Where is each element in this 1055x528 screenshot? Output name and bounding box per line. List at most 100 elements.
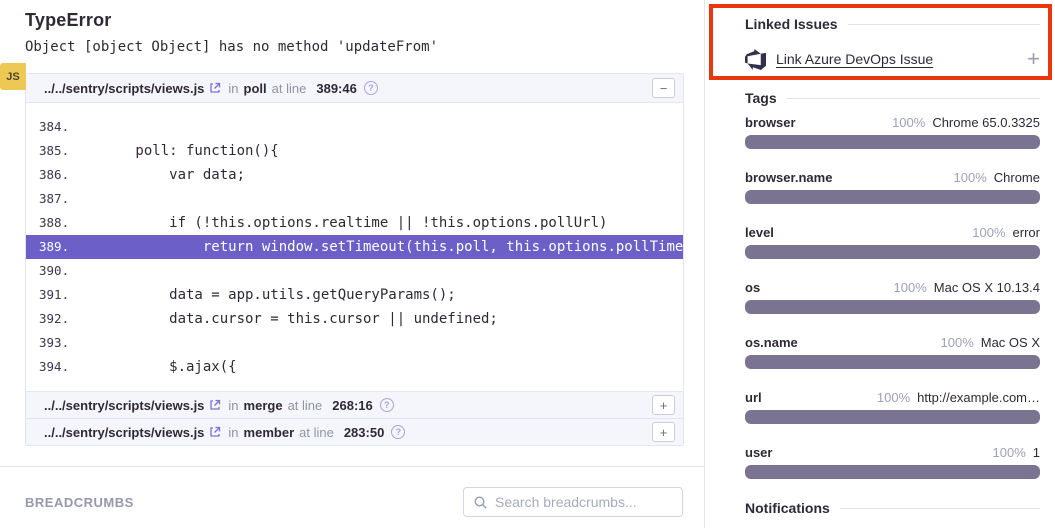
tag-value: Mac OS X xyxy=(981,335,1040,351)
frame-header-merge[interactable]: ../../sentry/scripts/views.js in merge a… xyxy=(26,391,683,418)
tags-heading: Tags xyxy=(745,90,1040,106)
tag-distribution-bar[interactable] xyxy=(745,190,1040,204)
tag-value: 1 xyxy=(1033,445,1040,461)
platform-js-badge: JS xyxy=(0,63,26,90)
tag-row-browser: browser 100% Chrome 65.0.3325 xyxy=(745,115,1040,149)
search-icon xyxy=(473,495,488,510)
tag-percent: 100% xyxy=(954,170,987,186)
frame-line-number: 389:46 xyxy=(316,81,356,96)
tag-percent: 100% xyxy=(941,335,974,351)
tag-distribution-bar[interactable] xyxy=(745,410,1040,424)
frame-function: merge xyxy=(244,398,283,413)
tag-percent: 100% xyxy=(894,280,927,296)
code-line: 391. data = app.utils.getQueryParams(); xyxy=(26,283,683,307)
linked-issues-title: Linked Issues xyxy=(745,16,838,32)
tag-percent: 100% xyxy=(972,225,1005,241)
page: JS TypeError Object [object Object] has … xyxy=(0,0,1055,528)
frame-atline-label: at line xyxy=(299,425,334,440)
add-linked-issue-button[interactable]: + xyxy=(1027,48,1040,70)
tag-key: browser.name xyxy=(745,170,832,186)
link-azure-devops-row[interactable]: Link Azure DevOps Issue + xyxy=(745,46,1040,72)
sidebar: Linked Issues Link Azure DevOps Issue + … xyxy=(705,0,1055,528)
frame-header-member[interactable]: ../../sentry/scripts/views.js in member … xyxy=(26,418,683,445)
collapse-frame-button[interactable]: − xyxy=(652,78,675,98)
tag-row-os-name: os.name 100% Mac OS X xyxy=(745,335,1040,369)
expand-frame-button[interactable]: + xyxy=(652,422,675,442)
breadcrumbs-header: BREADCRUMBS xyxy=(25,487,683,517)
tag-row-browser-name: browser.name 100% Chrome xyxy=(745,170,1040,204)
tag-key: browser xyxy=(745,115,796,131)
code-line: 387. xyxy=(26,187,683,211)
link-azure-devops-link[interactable]: Link Azure DevOps Issue xyxy=(776,51,933,67)
tag-row-url: url 100% http://example.com… xyxy=(745,390,1040,424)
tag-key: user xyxy=(745,445,772,461)
external-link-icon[interactable] xyxy=(209,399,221,411)
frame-in-label: in xyxy=(228,398,238,413)
tag-percent: 100% xyxy=(993,445,1026,461)
frame-filename: ../../sentry/scripts/views.js xyxy=(44,425,204,440)
tag-key: os xyxy=(745,280,760,296)
external-link-icon[interactable] xyxy=(209,82,221,94)
external-link-icon[interactable] xyxy=(209,426,221,438)
tag-percent: 100% xyxy=(892,115,925,131)
section-divider xyxy=(0,466,705,467)
tag-value: Chrome 65.0.3325 xyxy=(932,115,1040,131)
error-message: Object [object Object] has no method 'up… xyxy=(25,39,683,55)
code-line: 386. var data; xyxy=(26,163,683,187)
frame-header-poll[interactable]: ../../sentry/scripts/views.js in poll at… xyxy=(26,74,683,103)
frame-function: member xyxy=(244,425,295,440)
stack-trace-panel: ../../sentry/scripts/views.js in poll at… xyxy=(25,73,684,446)
help-circle-icon[interactable]: ? xyxy=(364,81,378,95)
frame-line-number: 268:16 xyxy=(332,398,372,413)
notifications-heading: Notifications xyxy=(745,500,1040,516)
code-line: 390. xyxy=(26,259,683,283)
tag-distribution-bar[interactable] xyxy=(745,245,1040,259)
frame-line-number: 283:50 xyxy=(344,425,384,440)
tag-list: browser 100% Chrome 65.0.3325 browser.name… xyxy=(745,115,1040,479)
tag-value: http://example.com… xyxy=(917,390,1040,406)
tag-value: error xyxy=(1013,225,1040,241)
code-line: 392. data.cursor = this.cursor || undefi… xyxy=(26,307,683,331)
error-title: TypeError xyxy=(25,10,683,31)
code-line: 384. xyxy=(26,115,683,139)
help-circle-icon[interactable]: ? xyxy=(391,425,405,439)
heading-rule xyxy=(840,508,1040,509)
azure-devops-icon xyxy=(745,49,766,70)
tag-row-level: level 100% error xyxy=(745,225,1040,259)
code-line: 393. xyxy=(26,331,683,355)
main-column: JS TypeError Object [object Object] has … xyxy=(0,0,705,528)
frame-filename: ../../sentry/scripts/views.js xyxy=(44,398,204,413)
linked-issues-heading: Linked Issues xyxy=(745,16,1040,32)
search-input[interactable] xyxy=(495,494,673,510)
tag-key: os.name xyxy=(745,335,798,351)
tag-value: Chrome xyxy=(994,170,1040,186)
tag-distribution-bar[interactable] xyxy=(745,355,1040,369)
help-circle-icon[interactable]: ? xyxy=(380,398,394,412)
code-line: 388. if (!this.options.realtime || !this… xyxy=(26,211,683,235)
source-code-context: 384. 385. poll: function(){ 386. var dat… xyxy=(26,103,683,391)
tags-title: Tags xyxy=(745,90,777,106)
expand-frame-button[interactable]: + xyxy=(652,395,675,415)
heading-rule xyxy=(848,24,1040,25)
tag-distribution-bar[interactable] xyxy=(745,465,1040,479)
notifications-title: Notifications xyxy=(745,500,830,516)
tag-percent: 100% xyxy=(877,390,910,406)
frame-filename: ../../sentry/scripts/views.js xyxy=(44,81,204,96)
code-line: 394. $.ajax({ xyxy=(26,355,683,379)
code-line-highlighted: 389. return window.setTimeout(this.poll,… xyxy=(26,235,683,259)
frame-function: poll xyxy=(244,81,267,96)
tag-key: url xyxy=(745,390,762,406)
tag-distribution-bar[interactable] xyxy=(745,300,1040,314)
heading-rule xyxy=(787,98,1040,99)
tag-row-os: os 100% Mac OS X 10.13.4 xyxy=(745,280,1040,314)
tag-value: Mac OS X 10.13.4 xyxy=(934,280,1040,296)
frame-atline-label: at line xyxy=(272,81,307,96)
frame-in-label: in xyxy=(228,425,238,440)
tag-row-user: user 100% 1 xyxy=(745,445,1040,479)
frame-atline-label: at line xyxy=(288,398,323,413)
tag-distribution-bar[interactable] xyxy=(745,135,1040,149)
tag-key: level xyxy=(745,225,774,241)
code-line: 385. poll: function(){ xyxy=(26,139,683,163)
breadcrumbs-title: BREADCRUMBS xyxy=(25,495,134,510)
breadcrumbs-search[interactable] xyxy=(463,487,683,517)
